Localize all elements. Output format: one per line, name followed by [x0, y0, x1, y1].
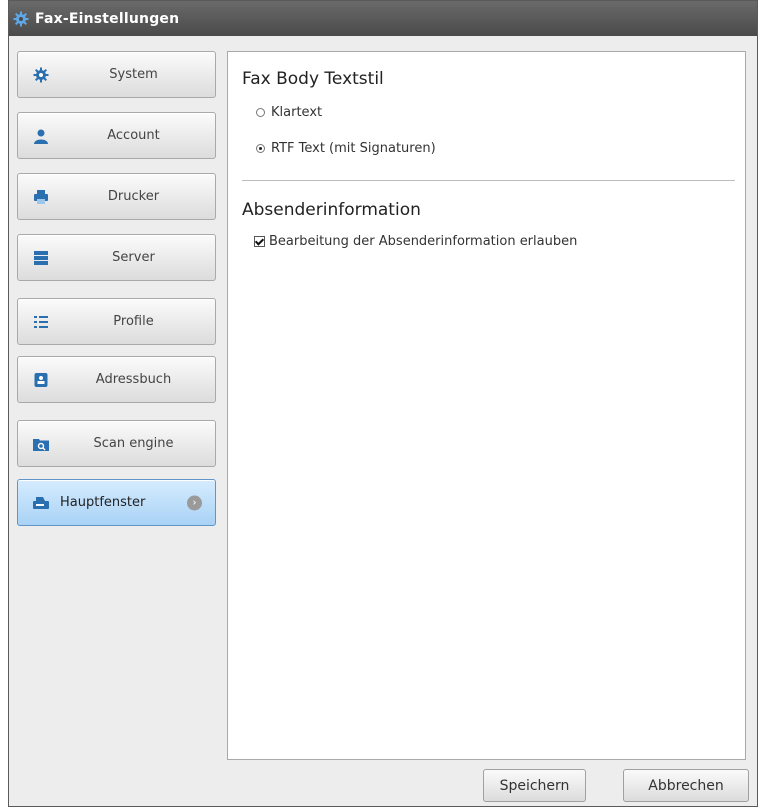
printer-icon [32, 188, 50, 206]
save-button[interactable]: Speichern [483, 769, 586, 802]
sidebar-item-hauptfenster[interactable]: Hauptfenster › [17, 479, 216, 526]
sidebar-item-profile[interactable]: Profile [17, 298, 216, 345]
sidebar-item-label: Server [112, 250, 155, 265]
radio-button-selected[interactable] [256, 144, 265, 153]
checkbox-option-edit-sender[interactable]: Bearbeitung der Absenderinformation erla… [254, 234, 577, 249]
radio-button[interactable] [256, 108, 265, 117]
sidebar-item-label: Scan engine [93, 436, 174, 451]
sidebar-item-drucker[interactable]: Drucker [17, 173, 216, 220]
section-title-sender: Absenderinformation [242, 200, 421, 220]
radio-label: Klartext [271, 105, 323, 120]
sidebar-item-label: Profile [113, 314, 154, 329]
section-divider [242, 180, 735, 181]
radio-option-rtf[interactable]: RTF Text (mit Signaturen) [256, 141, 436, 156]
sidebar-item-label: Account [107, 128, 160, 143]
sidebar-item-server[interactable]: Server [17, 234, 216, 281]
checkbox-label: Bearbeitung der Absenderinformation erla… [269, 234, 578, 249]
checkbox[interactable] [254, 236, 265, 247]
scan-folder-icon [32, 435, 50, 453]
sidebar-item-label: System [109, 67, 158, 82]
gear-icon [32, 66, 50, 84]
radio-option-klartext[interactable]: Klartext [256, 105, 322, 120]
address-book-icon [32, 371, 50, 389]
sidebar-item-adressbuch[interactable]: Adressbuch [17, 356, 216, 403]
window-title: Fax-Einstellungen [35, 10, 180, 27]
list-icon [32, 313, 50, 331]
radio-label: RTF Text (mit Signaturen) [271, 141, 436, 156]
sidebar-item-scan-engine[interactable]: Scan engine [17, 420, 216, 467]
server-icon [32, 249, 50, 267]
chevron-right-icon: › [187, 495, 202, 510]
gear-icon [13, 11, 29, 27]
sidebar-item-system[interactable]: System [17, 51, 216, 98]
cancel-button[interactable]: Abbrechen [623, 769, 749, 802]
section-title-fax-body: Fax Body Textstil [242, 69, 384, 89]
sidebar-item-label: Adressbuch [95, 372, 172, 387]
fax-machine-icon [32, 494, 50, 512]
user-icon [32, 127, 50, 145]
settings-content-panel: Fax Body Textstil Klartext RTF Text (mit… [227, 51, 746, 760]
sidebar-item-account[interactable]: Account [17, 112, 216, 159]
title-bar: Fax-Einstellungen [9, 1, 757, 36]
sidebar-item-label: Hauptfenster [60, 495, 146, 510]
settings-window: Fax-Einstellungen System Account Drucker… [8, 0, 758, 807]
sidebar-item-label: Drucker [107, 189, 160, 204]
